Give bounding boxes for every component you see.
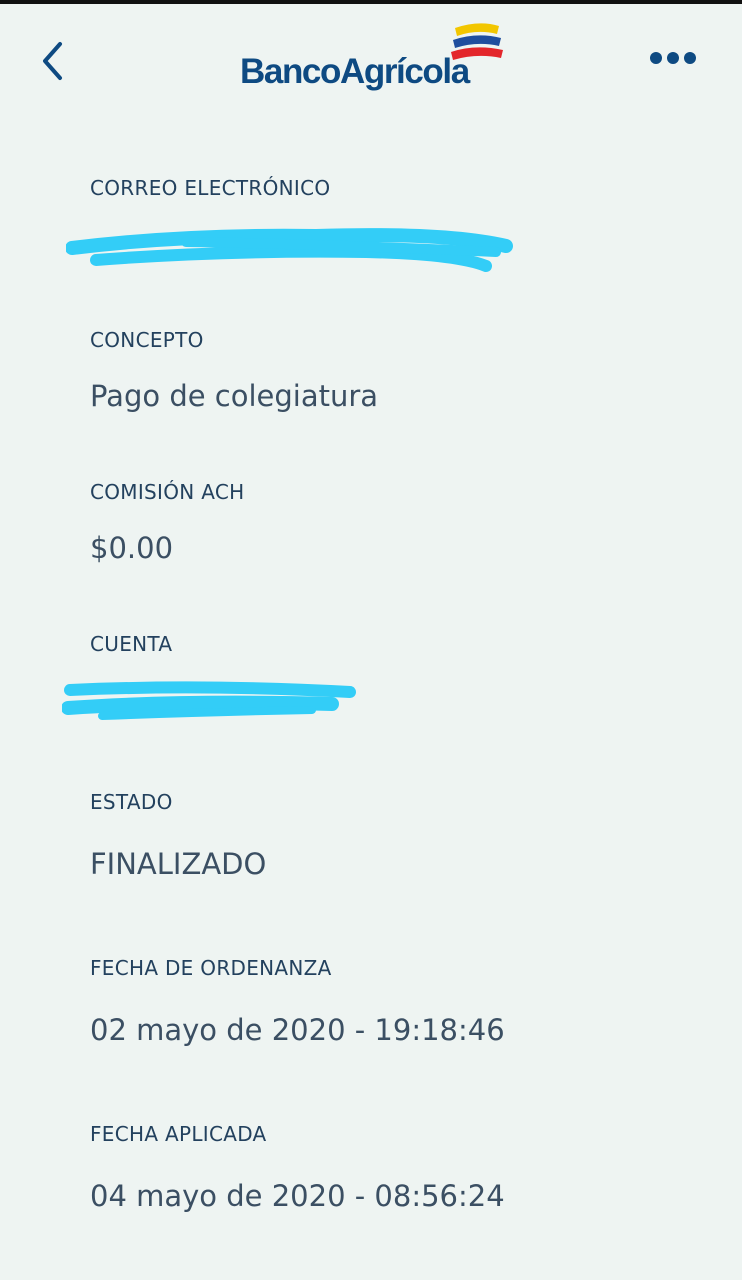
- concept-label: CONCEPTO: [90, 328, 204, 352]
- order-date-value: 02 mayo de 2020 - 19:18:46: [90, 1013, 505, 1047]
- order-date-field: FECHA DE ORDENANZA: [90, 956, 332, 980]
- fee-field: COMISIÓN ACH: [90, 480, 244, 504]
- applied-date-label: FECHA APLICADA: [90, 1122, 267, 1146]
- concept-field: CONCEPTO: [90, 328, 204, 352]
- bank-logo: BancoAgrícola: [240, 22, 510, 97]
- back-button[interactable]: [30, 34, 80, 88]
- fee-value: $0.00: [90, 531, 174, 565]
- more-horizontal-icon: [650, 52, 696, 64]
- email-redaction: [66, 228, 513, 272]
- status-value: FINALIZADO: [90, 847, 267, 881]
- status-field: ESTADO: [90, 790, 173, 814]
- brand-flag-icon: [451, 23, 503, 60]
- chevron-left-icon: [43, 42, 62, 80]
- account-redaction: [62, 681, 356, 720]
- more-options-button[interactable]: [640, 40, 706, 76]
- concept-value: Pago de colegiatura: [90, 379, 379, 413]
- brand-name: BancoAgrícola: [240, 52, 470, 91]
- account-label: CUENTA: [90, 632, 173, 656]
- order-date-label: FECHA DE ORDENANZA: [90, 956, 332, 980]
- account-field: CUENTA: [90, 632, 172, 656]
- email-label: CORREO ELECTRÓNICO: [90, 176, 331, 200]
- email-field: CORREO ELECTRÓNICO: [90, 176, 330, 200]
- app-header: BancoAgrícola: [0, 4, 742, 114]
- applied-date-value: 04 mayo de 2020 - 08:56:24: [90, 1179, 505, 1213]
- fee-label: COMISIÓN ACH: [90, 480, 245, 504]
- applied-date-field: FECHA APLICADA: [90, 1122, 267, 1146]
- status-label: ESTADO: [90, 790, 173, 814]
